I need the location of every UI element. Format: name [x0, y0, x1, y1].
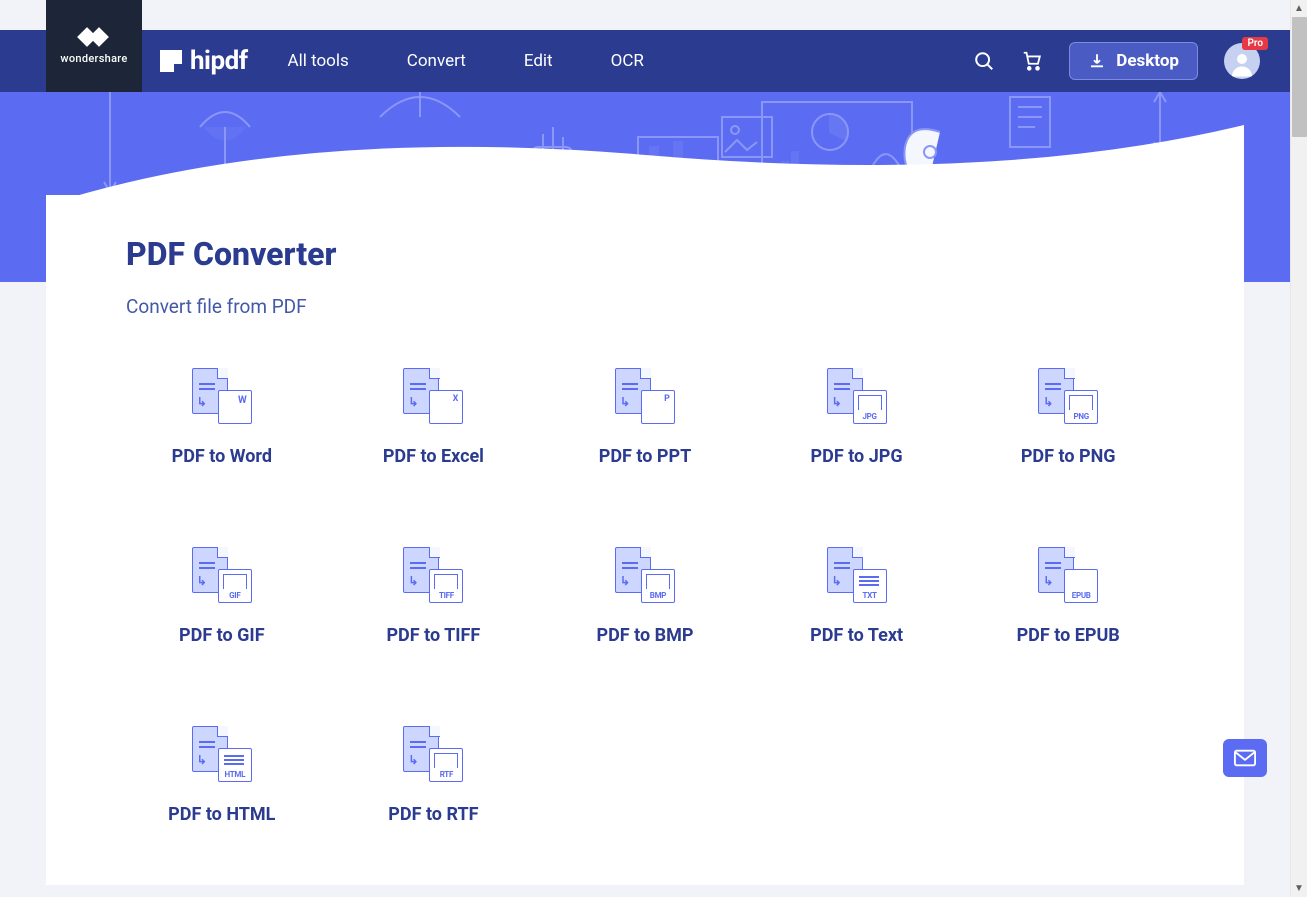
scroll-up-icon[interactable]: ▲ — [1291, 0, 1307, 17]
tool-icon: PNG — [1038, 368, 1098, 424]
top-spacer — [0, 0, 1307, 30]
tool-pdf-to-jpg[interactable]: JPG PDF to JPG — [761, 368, 953, 467]
tool-pdf-to-epub[interactable]: EPUB PDF to EPUB — [972, 547, 1164, 646]
search-icon[interactable] — [973, 50, 995, 72]
file-ext-label: GIF — [229, 591, 240, 600]
tool-pdf-to-text[interactable]: TXT PDF to Text — [761, 547, 953, 646]
desktop-button-label: Desktop — [1116, 51, 1179, 71]
tool-icon: TXT — [827, 547, 887, 603]
scroll-thumb[interactable] — [1292, 17, 1307, 137]
mail-icon — [1234, 749, 1256, 767]
nav-right: Desktop Pro — [973, 42, 1260, 80]
file-ext-label: TIFF — [439, 591, 454, 600]
wondershare-label: wondershare — [60, 52, 127, 65]
file-ext-label: HTML — [224, 770, 245, 779]
tool-icon: JPG — [827, 368, 887, 424]
nav-links: All tools Convert Edit OCR — [288, 51, 644, 71]
tool-icon: TIFF — [403, 547, 463, 603]
tool-pdf-to-html[interactable]: HTML PDF to HTML — [126, 726, 318, 825]
tool-label: PDF to GIF — [179, 625, 265, 646]
main-card: PDF Converter Convert file from PDF PDF … — [46, 195, 1244, 885]
page-title: PDF Converter — [126, 235, 1164, 273]
tool-pdf-to-bmp[interactable]: BMP PDF to BMP — [549, 547, 741, 646]
file-ext-label: TXT — [863, 591, 877, 600]
nav-all-tools[interactable]: All tools — [288, 51, 349, 71]
nav-ocr[interactable]: OCR — [611, 51, 644, 71]
page-subtitle: Convert file from PDF — [126, 295, 1164, 318]
tool-label: PDF to PNG — [1021, 446, 1116, 467]
navbar: hipdf All tools Convert Edit OCR Desktop — [0, 30, 1290, 92]
brand[interactable]: hipdf — [160, 46, 248, 76]
file-ext-label: BMP — [650, 591, 666, 600]
wondershare-logo-icon — [80, 28, 108, 46]
tool-pdf-to-png[interactable]: PNG PDF to PNG — [972, 368, 1164, 467]
file-ext-label: RTF — [440, 770, 453, 779]
tools-grid: PDF to Word PDF to Excel PDF to PPT JPG PDF … — [126, 368, 1164, 825]
tool-label: PDF to RTF — [388, 804, 478, 825]
tool-icon: RTF — [403, 726, 463, 782]
user-avatar[interactable]: Pro — [1224, 43, 1260, 79]
file-ext-label: PNG — [1074, 412, 1089, 421]
tool-pdf-to-ppt[interactable]: PDF to PPT — [549, 368, 741, 467]
tool-label: PDF to JPG — [811, 446, 903, 467]
tool-pdf-to-excel[interactable]: PDF to Excel — [338, 368, 530, 467]
scrollbar[interactable]: ▲ ▼ — [1290, 0, 1307, 897]
pro-badge: Pro — [1242, 37, 1268, 50]
tool-label: PDF to PPT — [599, 446, 692, 467]
tool-label: PDF to EPUB — [1017, 625, 1120, 646]
tool-pdf-to-tiff[interactable]: TIFF PDF to TIFF — [338, 547, 530, 646]
tool-label: PDF to Excel — [383, 446, 484, 467]
scroll-down-icon[interactable]: ▼ — [1291, 880, 1307, 897]
tool-icon — [615, 368, 675, 424]
file-ext-label: EPUB — [1072, 591, 1091, 600]
download-icon — [1088, 52, 1106, 70]
tool-label: PDF to Word — [172, 446, 272, 467]
tool-icon — [403, 368, 463, 424]
nav-convert[interactable]: Convert — [407, 51, 466, 71]
file-ext-label: JPG — [863, 412, 877, 421]
tool-pdf-to-gif[interactable]: GIF PDF to GIF — [126, 547, 318, 646]
tool-label: PDF to Text — [810, 625, 903, 646]
tool-label: PDF to TIFF — [386, 625, 480, 646]
wondershare-tab[interactable]: wondershare — [46, 0, 142, 92]
tool-icon: HTML — [192, 726, 252, 782]
tool-label: PDF to BMP — [596, 625, 693, 646]
brand-name: hipdf — [190, 46, 248, 76]
tool-icon: GIF — [192, 547, 252, 603]
hipdf-logo-icon — [160, 50, 182, 72]
desktop-button[interactable]: Desktop — [1069, 42, 1198, 80]
tool-icon: EPUB — [1038, 547, 1098, 603]
tool-pdf-to-rtf[interactable]: RTF PDF to RTF — [338, 726, 530, 825]
cart-icon[interactable] — [1021, 50, 1043, 72]
tool-pdf-to-word[interactable]: PDF to Word — [126, 368, 318, 467]
nav-edit[interactable]: Edit — [524, 51, 553, 71]
tool-icon: BMP — [615, 547, 675, 603]
tool-icon — [192, 368, 252, 424]
feedback-button[interactable] — [1223, 739, 1267, 777]
tool-label: PDF to HTML — [168, 804, 275, 825]
